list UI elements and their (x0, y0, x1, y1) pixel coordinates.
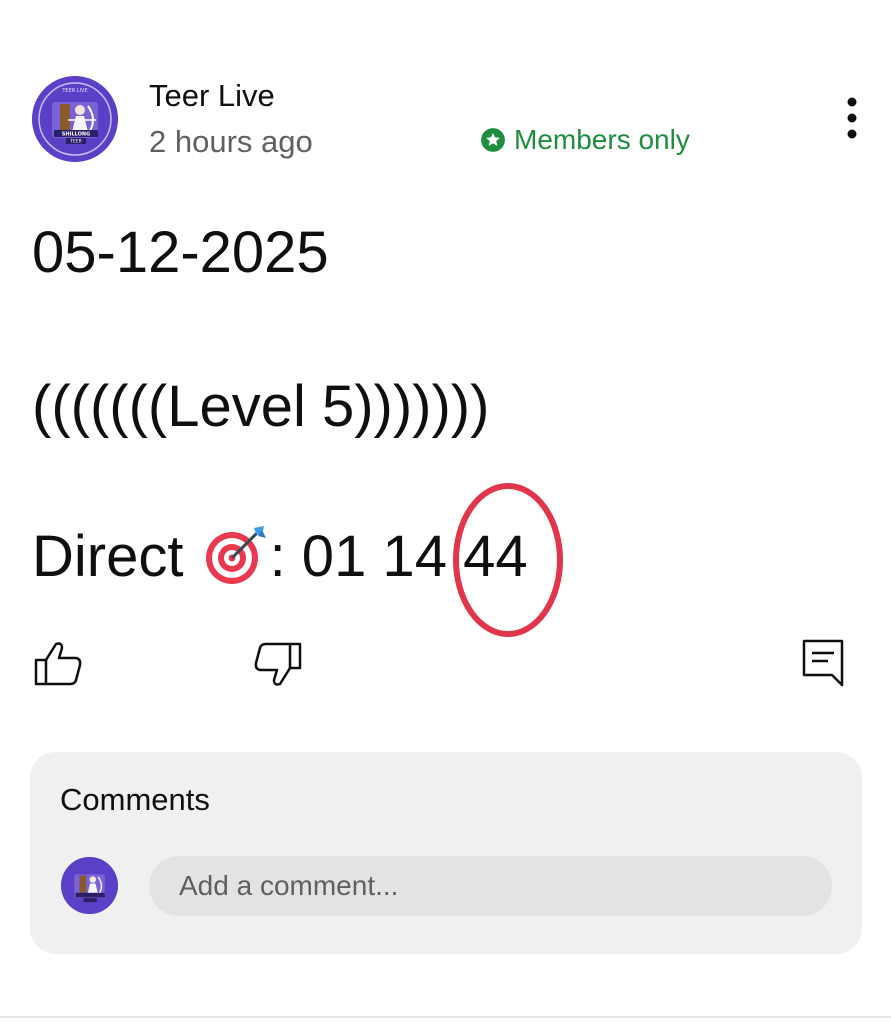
teer-live-logo-icon (61, 857, 118, 914)
comment-button[interactable] (800, 637, 846, 689)
avatar-top-text: TEER LIVE (61, 88, 87, 94)
avatar-bottom-text: TEER (69, 139, 82, 145)
add-comment-input[interactable] (149, 856, 832, 916)
direct-hit-target-icon (200, 524, 270, 584)
members-only-badge: Members only (480, 124, 690, 156)
members-star-icon (481, 128, 505, 152)
user-avatar (61, 857, 118, 914)
channel-name[interactable]: Teer Live (149, 78, 275, 114)
direct-label: Direct (32, 524, 200, 589)
like-button[interactable] (32, 638, 84, 688)
dislike-button[interactable] (252, 640, 304, 690)
community-post: TEER LIVE SHILLONG TEER Teer Live 2 hour… (0, 0, 891, 1024)
channel-avatar[interactable]: TEER LIVE SHILLONG TEER (32, 76, 118, 162)
comment-icon (802, 639, 844, 687)
post-time[interactable]: 2 hours ago (149, 124, 313, 160)
more-options-button[interactable] (832, 94, 872, 142)
thumbs-up-icon (34, 642, 82, 686)
avatar-middle-text: SHILLONG (62, 132, 90, 138)
red-circle-annotation (450, 480, 566, 640)
teer-live-logo-icon: TEER LIVE SHILLONG TEER (32, 76, 118, 162)
comments-title: Comments (60, 782, 210, 817)
vertical-dots-icon (847, 97, 857, 139)
post-level-text: (((((((Level 5))))))) (32, 374, 490, 439)
thumbs-down-icon (254, 642, 302, 686)
bottom-divider (0, 1016, 891, 1018)
members-only-label: Members only (514, 124, 690, 155)
comments-section[interactable]: Comments (30, 752, 862, 954)
post-date-text: 05-12-2025 (32, 220, 329, 285)
